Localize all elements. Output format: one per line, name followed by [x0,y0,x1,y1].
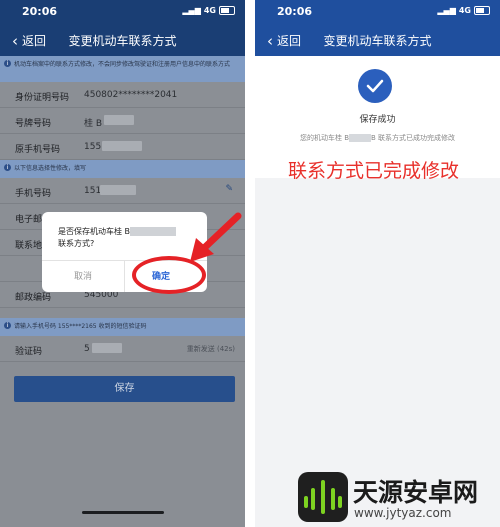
row-label: 手机号码 [15,189,52,199]
row-label: 电子邮 [15,215,43,225]
resend-button[interactable]: 重新发送 (42s) [187,344,235,354]
verify-input[interactable]: 5 [84,344,90,354]
notice-text: 机动车档案中的联系方式修改，不会同步修改驾驶证和注册用户信息中的联系方式 [14,61,231,68]
status-bar: 20:06 ▂▄▆ 4G [0,0,245,22]
row-value: 450802********2041 [84,90,178,100]
dialog-line2: 联系方式? [58,239,95,248]
notice-text: 请输入手机号码 155****2165 收到的短信验证码 [14,323,147,330]
dialog-line1: 是否保存机动车桂 B [58,227,131,236]
battery-icon [219,6,235,15]
edit-pencil-icon[interactable]: ✎ [225,184,233,194]
signal-battery: ▂▄▆ 4G [437,6,490,15]
success-description: 您的机动车桂 B B 联系方式已成功完成修改 [255,133,500,143]
success-title: 保存成功 [359,115,396,125]
row-label: 邮政编码 [15,293,52,303]
redacted-block [349,134,371,142]
notice-text: 以下信息选择性修改，填写 [14,165,87,172]
nav-bar: ‹ 返回 变更机动车联系方式 [255,22,500,56]
watermark-name: 天源安卓网 [353,478,479,507]
vehicle-info-list: 身份证明号码 450802********2041 号牌号码 桂 B 原手机号码… [0,82,245,160]
signal-icon: ▂▄▆ [437,6,456,15]
signal-battery: ▂▄▆ 4G [182,6,235,15]
home-indicator [82,511,164,514]
phone-input[interactable]: 151 [84,186,101,196]
row-label: 验证码 [15,347,43,357]
info-icon: i [4,60,11,67]
right-phone-screen: 20:06 ▂▄▆ 4G ‹ 返回 变更机动车联系方式 保存成功 您的机动车桂 … [255,0,500,527]
dialog-message: 是否保存机动车桂 B 联系方式? [58,226,177,250]
redacted-block [130,227,177,236]
row-original-phone: 原手机号码 155 [0,134,245,160]
verify-list: 验证码 5 重新发送 (42s) [0,336,245,362]
watermark: 天源安卓网 www.jytyaz.com [298,470,498,525]
battery-icon [474,6,490,15]
page-title: 变更机动车联系方式 [68,34,177,48]
signal-icon: ▂▄▆ [182,6,201,15]
status-time: 20:06 [277,5,313,18]
dialog-divider-vertical [124,260,125,292]
watermark-logo-icon [298,472,348,522]
row-label: 联系地 [15,241,43,251]
desc-prefix: 您的机动车桂 B [299,134,349,142]
network-type: 4G [203,6,216,15]
network-type: 4G [458,6,471,15]
desc-suffix: B 联系方式已成功完成修改 [371,134,456,142]
info-icon: i [4,322,11,329]
row-value: 155 [84,142,102,152]
nav-bar: ‹ 返回 变更机动车联系方式 [0,22,245,56]
redacted-block [102,141,142,151]
success-check-icon [358,69,392,103]
row-phone-input[interactable]: 手机号码 151 ✎ [0,178,245,204]
notice-banner-optional: i 以下信息选择性修改，填写 [0,160,245,178]
row-id-number: 身份证明号码 450802********2041 [0,82,245,108]
row-label: 身份证明号码 [15,93,70,103]
status-bar: 20:06 ▂▄▆ 4G [255,0,500,22]
row-label: 号牌号码 [15,119,52,129]
row-verify-code[interactable]: 验证码 5 重新发送 (42s) [0,336,245,362]
notice-banner: i 机动车档案中的联系方式修改，不会同步修改驾驶证和注册用户信息中的联系方式 [0,56,245,82]
redacted-block [92,343,122,353]
notice-banner-verify: i 请输入手机号码 155****2165 收到的短信验证码 [0,318,245,336]
page-title: 变更机动车联系方式 [323,34,432,48]
row-value: 桂 B [84,119,103,129]
redacted-block [100,185,136,195]
redacted-block [104,115,134,125]
status-time: 20:06 [22,5,58,18]
pointer-arrow-icon [190,212,242,262]
annotation-text: 联系方式已完成修改 [288,160,460,182]
info-icon: i [4,164,11,171]
watermark-url: www.jytyaz.com [354,506,452,520]
cancel-button[interactable]: 取消 [42,269,124,282]
save-button[interactable]: 保存 [14,376,235,402]
row-plate-number: 号牌号码 桂 B [0,108,245,134]
row-label: 原手机号码 [15,145,61,155]
